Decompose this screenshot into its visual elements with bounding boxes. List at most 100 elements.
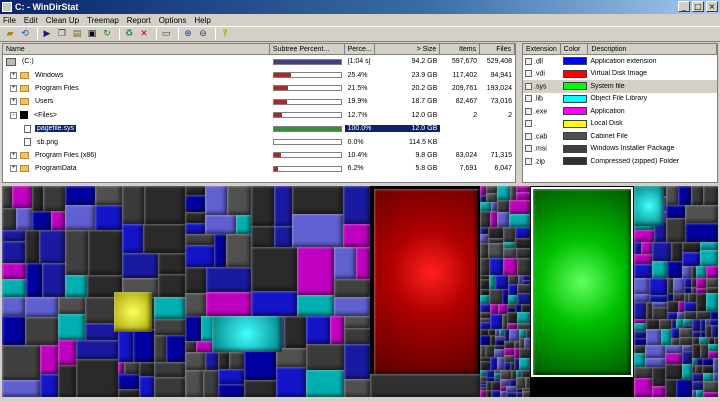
treemap-tile[interactable] xyxy=(702,358,713,365)
treemap-tile[interactable] xyxy=(343,186,370,224)
play-icon[interactable]: ▶ xyxy=(41,28,53,40)
menu-help[interactable]: Help xyxy=(194,16,210,25)
treemap-tile[interactable] xyxy=(703,381,718,392)
treemap-tile[interactable] xyxy=(634,378,652,397)
treemap-tile[interactable] xyxy=(682,242,700,252)
treemap-tile[interactable] xyxy=(218,384,244,397)
treemap-tile[interactable] xyxy=(665,345,682,353)
treemap-tile[interactable] xyxy=(696,293,706,311)
list-item[interactable]: .msi Windows Installer Package xyxy=(523,143,717,156)
treemap-tile[interactable] xyxy=(503,258,517,275)
treemap-tile[interactable] xyxy=(205,186,227,215)
treemap-tile[interactable] xyxy=(665,364,682,379)
treemap-tile[interactable] xyxy=(516,192,530,200)
treemap-tile[interactable] xyxy=(500,379,509,386)
treemap-tile[interactable] xyxy=(488,227,503,238)
treemap-tile[interactable] xyxy=(185,370,203,397)
treemap-tile[interactable] xyxy=(25,230,39,263)
treemap-tile[interactable] xyxy=(185,223,205,234)
treemap-tile[interactable] xyxy=(185,352,205,370)
treemap-tile[interactable] xyxy=(706,266,718,278)
treemap-tile[interactable] xyxy=(634,294,649,302)
treemap-tile[interactable] xyxy=(118,329,133,362)
treemap-tile[interactable] xyxy=(306,370,344,397)
treemap-tile[interactable] xyxy=(16,208,32,230)
treemap-tile[interactable] xyxy=(12,186,32,208)
menu-edit[interactable]: Edit xyxy=(24,16,38,25)
treemap-tile[interactable] xyxy=(634,230,654,242)
treemap-tile[interactable] xyxy=(343,224,370,247)
treemap-tile[interactable] xyxy=(2,263,26,279)
treemap-tile[interactable] xyxy=(2,241,25,263)
treemap-tile[interactable] xyxy=(515,227,530,238)
treemap-tile[interactable] xyxy=(508,284,517,295)
treemap-tile[interactable] xyxy=(40,374,58,397)
treemap-tile[interactable] xyxy=(652,367,665,386)
refresh-icon[interactable]: ⟲ xyxy=(19,28,31,40)
treemap-tile[interactable] xyxy=(706,293,718,311)
treemap-tile[interactable] xyxy=(251,186,274,226)
treemap-tile[interactable] xyxy=(503,227,515,242)
expand-icon[interactable]: + xyxy=(10,165,17,173)
treemap-tile[interactable] xyxy=(504,355,514,362)
treemap-tile[interactable] xyxy=(490,357,497,370)
treemap-tile[interactable] xyxy=(666,218,685,242)
treemap-tile[interactable] xyxy=(699,337,708,344)
treemap-tile[interactable] xyxy=(236,215,251,234)
treemap-tile[interactable] xyxy=(480,227,488,234)
table-row[interactable]: pagefile.sys 100.0% 12.0 GB xyxy=(3,122,515,135)
treemap-tile[interactable] xyxy=(508,275,518,284)
column-description[interactable]: Description xyxy=(588,44,717,54)
treemap-tile[interactable] xyxy=(185,186,205,195)
treemap-tile[interactable] xyxy=(486,186,497,193)
treemap-tile[interactable] xyxy=(274,226,292,247)
treemap-tile[interactable] xyxy=(677,312,684,319)
treemap-tile[interactable] xyxy=(516,248,530,258)
zoom-in-icon[interactable]: ⊕ xyxy=(182,28,194,40)
treemap-tile[interactable] xyxy=(118,374,139,389)
refresh-all-icon[interactable]: ↻ xyxy=(101,28,113,40)
treemap-tile[interactable] xyxy=(634,186,664,226)
treemap-tile[interactable] xyxy=(682,364,692,379)
treemap-tile[interactable] xyxy=(509,200,530,214)
menu-file[interactable]: File xyxy=(3,16,16,25)
treemap-tile[interactable] xyxy=(684,278,691,287)
treemap-tile[interactable] xyxy=(297,247,334,295)
treemap-tile[interactable] xyxy=(661,329,671,345)
treemap-tile[interactable] xyxy=(521,370,530,377)
treemap-tile[interactable] xyxy=(292,214,343,247)
treemap-tile[interactable] xyxy=(667,261,682,278)
treemap-tile[interactable] xyxy=(679,328,692,337)
treemap-tile[interactable] xyxy=(2,208,16,230)
treemap-tile[interactable] xyxy=(634,302,646,319)
treemap-tile[interactable] xyxy=(495,275,508,289)
treemap-tile[interactable] xyxy=(65,205,95,230)
treemap-tile[interactable] xyxy=(634,338,646,345)
treemap-tile[interactable] xyxy=(274,186,292,226)
treemap-tile[interactable] xyxy=(525,377,530,388)
treemap-tile[interactable] xyxy=(710,311,718,319)
treemap-tile[interactable] xyxy=(634,278,649,294)
treemap-tile[interactable] xyxy=(306,344,344,370)
minimize-button[interactable]: _ xyxy=(678,1,690,12)
treemap-tile[interactable] xyxy=(678,186,691,205)
treemap-tile[interactable] xyxy=(692,373,703,381)
treemap-tile[interactable] xyxy=(2,297,25,316)
treemap-tile[interactable] xyxy=(205,215,236,234)
treemap-tile[interactable] xyxy=(504,348,514,355)
treemap-tile[interactable] xyxy=(676,319,683,328)
treemap-tile[interactable] xyxy=(691,186,703,205)
menu-report[interactable]: Report xyxy=(127,16,151,25)
treemap-tile[interactable] xyxy=(25,297,58,317)
treemap-tile[interactable] xyxy=(58,365,76,397)
treemap-tile[interactable] xyxy=(284,316,306,348)
treemap-tile[interactable] xyxy=(334,297,370,316)
treemap-tile[interactable] xyxy=(2,230,25,241)
list-item[interactable]: .vdi Virtual Disk Image xyxy=(523,68,717,81)
treemap-tile[interactable] xyxy=(696,390,703,397)
treemap-tile[interactable] xyxy=(292,186,343,214)
treemap-tile[interactable] xyxy=(58,314,85,340)
treemap-tile[interactable] xyxy=(503,248,516,258)
treemap-tile[interactable] xyxy=(500,370,511,379)
treemap-tile[interactable] xyxy=(671,328,679,338)
